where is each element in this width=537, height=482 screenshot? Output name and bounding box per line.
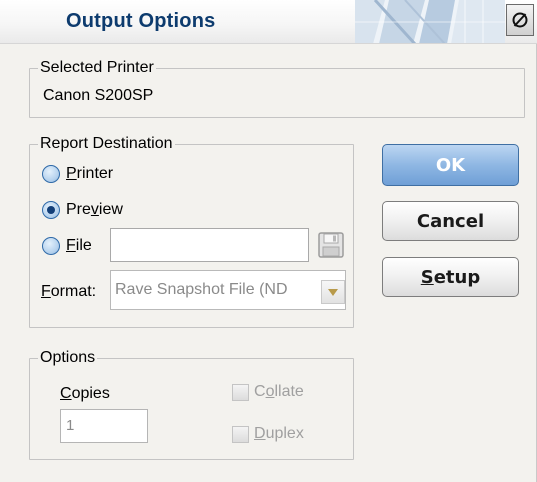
format-dropdown-button[interactable]: [321, 280, 345, 304]
triangle-down-icon: [328, 289, 338, 296]
ok-button[interactable]: OK: [382, 144, 519, 186]
collate-checkbox-box[interactable]: [232, 383, 249, 401]
radio-printer-label: Printer: [66, 165, 114, 182]
file-path-input[interactable]: [110, 228, 309, 262]
title-decoration-graphic: [355, 0, 505, 43]
setup-button[interactable]: Setup: [382, 257, 519, 297]
options-group: Options: [29, 350, 354, 460]
output-options-dialog: Output Options Selected Printer Canon S2…: [0, 0, 537, 482]
window-title: Output Options: [66, 10, 216, 32]
floppy-disk-icon[interactable]: [316, 230, 346, 260]
radio-file-label: File: [66, 237, 92, 254]
duplex-label: Duplex: [254, 425, 304, 442]
radio-preview[interactable]: Preview: [42, 199, 123, 221]
radio-preview-indicator[interactable]: [42, 201, 60, 219]
disabled-circle-icon: [512, 12, 528, 28]
selected-printer-legend: Selected Printer: [40, 59, 154, 76]
radio-file-indicator[interactable]: [42, 237, 60, 255]
title-bar: Output Options: [0, 0, 537, 44]
duplex-checkbox-box[interactable]: [232, 425, 249, 443]
selected-printer-name: Canon S200SP: [43, 87, 154, 104]
format-select[interactable]: Rave Snapshot File (ND: [110, 270, 346, 310]
radio-preview-label: Preview: [66, 201, 123, 218]
options-legend: Options: [40, 349, 96, 366]
copies-label: Copies: [60, 385, 110, 402]
collate-checkbox[interactable]: Collate: [232, 381, 304, 403]
format-select-value: Rave Snapshot File (ND: [115, 281, 288, 298]
format-label: Format:: [41, 283, 97, 300]
duplex-checkbox[interactable]: Duplex: [232, 423, 304, 445]
cancel-button[interactable]: Cancel: [382, 201, 519, 241]
copies-input[interactable]: 1: [60, 409, 148, 443]
radio-printer[interactable]: Printer: [42, 163, 113, 185]
report-destination-legend: Report Destination: [40, 135, 173, 152]
collate-label: Collate: [254, 383, 304, 400]
radio-file[interactable]: File: [42, 235, 92, 257]
close-button[interactable]: [506, 4, 534, 36]
radio-printer-indicator[interactable]: [42, 165, 60, 183]
